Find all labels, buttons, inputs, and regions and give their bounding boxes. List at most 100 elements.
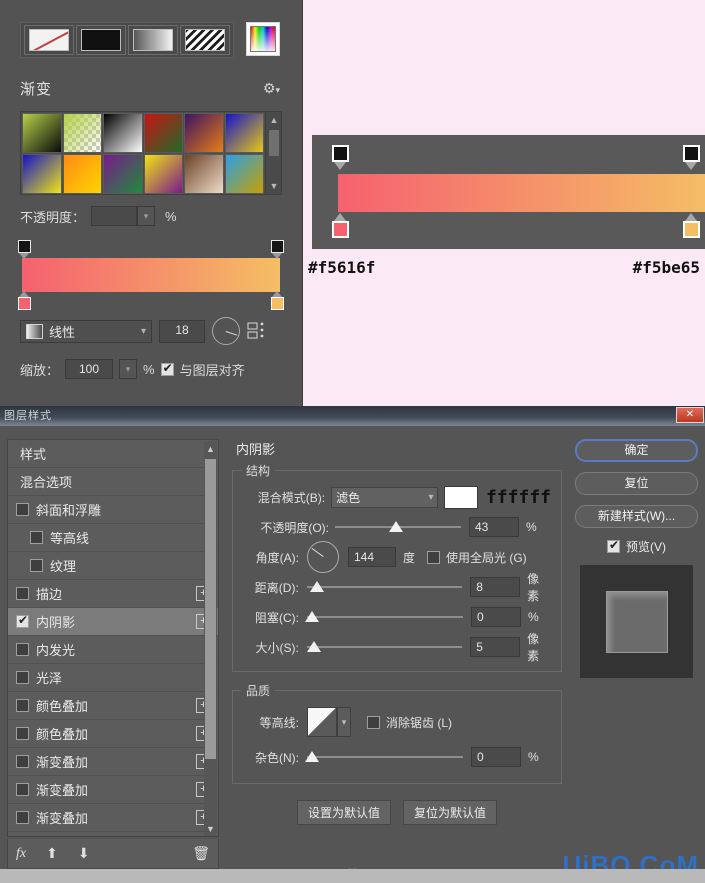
effect-row[interactable]: 内阴影+ — [8, 608, 218, 636]
size-input[interactable]: 5 — [470, 637, 520, 657]
chevron-down-icon[interactable]: ▼ — [206, 823, 215, 835]
gradient-preset-swatch[interactable] — [63, 113, 103, 153]
effect-row[interactable]: 斜面和浮雕 — [8, 496, 218, 524]
effect-enable-checkbox[interactable] — [16, 671, 29, 684]
gradient-preset-swatch[interactable] — [144, 113, 184, 153]
preview-checkbox[interactable] — [607, 540, 620, 553]
noise-input[interactable]: 0 — [471, 747, 521, 767]
opacity-input[interactable]: 43 — [469, 517, 519, 537]
reset-default-button[interactable]: 复位为默认值 — [403, 800, 497, 825]
choke-slider[interactable] — [307, 608, 463, 626]
gradient-angle-input[interactable]: 18 — [159, 320, 205, 343]
gear-icon[interactable]: ⚙▾ — [263, 80, 280, 97]
gradient-opacity-dropdown-icon[interactable]: ▾ — [137, 206, 155, 226]
effect-enable-checkbox[interactable] — [30, 531, 43, 544]
effect-enable-checkbox[interactable] — [16, 503, 29, 516]
ok-button[interactable]: 确定 — [575, 439, 698, 462]
angle-dial[interactable] — [307, 541, 339, 573]
shadow-color-swatch[interactable] — [444, 486, 478, 509]
effect-row[interactable]: 内发光 — [8, 636, 218, 664]
effect-row[interactable]: 渐变叠加+ — [8, 776, 218, 804]
effect-enable-checkbox[interactable] — [16, 699, 29, 712]
effect-row[interactable]: 光泽 — [8, 664, 218, 692]
angle-input[interactable]: 144 — [348, 547, 396, 567]
size-slider[interactable] — [307, 638, 462, 656]
color-picker-swatch[interactable] — [246, 22, 280, 56]
none-fill-swatch[interactable] — [24, 25, 74, 55]
gradient-opacity-stop-left[interactable] — [18, 240, 31, 253]
pattern-fill-swatch[interactable] — [180, 25, 230, 55]
effects-scrollbar[interactable]: ▲ ▼ — [204, 441, 217, 837]
preview-color-stop-right[interactable] — [683, 213, 700, 230]
gradient-color-stop-right[interactable] — [271, 291, 284, 304]
effect-row[interactable]: 渐变叠加+ — [8, 748, 218, 776]
effect-row[interactable]: 样式 — [8, 440, 218, 468]
chevron-up-icon[interactable]: ▲ — [206, 443, 215, 455]
close-icon[interactable]: ✕ — [676, 407, 704, 423]
effect-row[interactable]: 渐变叠加+ — [8, 804, 218, 832]
chevron-down-icon[interactable]: ▾ — [337, 707, 351, 737]
preview-color-stop-left[interactable] — [332, 213, 349, 230]
gradient-preview-large[interactable] — [338, 174, 705, 212]
effect-row[interactable]: 纹理 — [8, 552, 218, 580]
align-with-layer-checkbox[interactable] — [161, 363, 174, 376]
set-default-button[interactable]: 设置为默认值 — [297, 800, 391, 825]
distance-input[interactable]: 8 — [470, 577, 520, 597]
effect-enable-checkbox[interactable] — [16, 755, 29, 768]
effect-row[interactable]: 混合选项 — [8, 468, 218, 496]
distance-slider[interactable] — [307, 578, 462, 596]
effect-enable-checkbox[interactable] — [16, 587, 29, 600]
new-style-button[interactable]: 新建样式(W)... — [575, 505, 698, 528]
effect-row[interactable]: 等高线 — [8, 524, 218, 552]
gradient-preset-swatch[interactable] — [63, 154, 103, 194]
gradient-preset-swatch[interactable] — [22, 113, 62, 153]
dialog-titlebar[interactable]: 图层样式 ✕ — [0, 406, 705, 426]
preview-opacity-stop-left[interactable] — [332, 145, 349, 162]
effects-scrollbar-thumb[interactable] — [205, 459, 216, 759]
effect-enable-checkbox[interactable] — [16, 727, 29, 740]
gradient-reverse-icon[interactable] — [247, 321, 269, 341]
trash-icon[interactable]: 🗑 — [192, 845, 210, 862]
effect-enable-checkbox[interactable] — [16, 615, 29, 628]
effect-enable-checkbox[interactable] — [16, 811, 29, 824]
move-down-icon[interactable]: ⬇ — [78, 845, 90, 862]
move-up-icon[interactable]: ⬆ — [46, 845, 58, 862]
reset-button[interactable]: 复位 — [575, 472, 698, 495]
gradient-opacity-input[interactable] — [91, 206, 137, 226]
chevron-up-icon[interactable]: ▲ — [269, 115, 279, 125]
gradient-type-dropdown[interactable]: 线性 ▾ — [20, 320, 152, 343]
chevron-down-icon[interactable]: ▼ — [269, 181, 279, 191]
gradient-opacity-stop-right[interactable] — [271, 240, 284, 253]
gradient-scale-input[interactable]: 100 — [65, 359, 113, 379]
choke-input[interactable]: 0 — [471, 607, 521, 627]
blend-mode-dropdown[interactable]: 滤色 ▾ — [331, 487, 438, 508]
effect-row[interactable]: 颜色叠加+ — [8, 720, 218, 748]
effect-enable-checkbox[interactable] — [16, 643, 29, 656]
use-global-light-checkbox[interactable] — [427, 551, 440, 564]
gradient-preset-swatch[interactable] — [225, 154, 265, 194]
gradient-color-stop-left[interactable] — [18, 291, 31, 304]
gradient-angle-dial[interactable] — [212, 317, 240, 345]
gradient-fill-swatch[interactable] — [128, 25, 178, 55]
gradient-preset-swatch[interactable] — [225, 113, 265, 153]
solid-fill-swatch[interactable] — [76, 25, 126, 55]
preview-opacity-stop-right[interactable] — [683, 145, 700, 162]
noise-slider[interactable] — [307, 748, 463, 766]
effect-enable-checkbox[interactable] — [16, 783, 29, 796]
contour-swatch[interactable] — [307, 707, 337, 737]
preset-scrollbar[interactable]: ▲ ▼ — [265, 112, 281, 194]
effect-row[interactable]: 颜色叠加+ — [8, 692, 218, 720]
gradient-preset-swatch[interactable] — [103, 113, 143, 153]
gradient-preset-swatch[interactable] — [184, 154, 224, 194]
gradient-preset-swatch[interactable] — [103, 154, 143, 194]
gradient-preset-swatch[interactable] — [184, 113, 224, 153]
effect-enable-checkbox[interactable] — [30, 559, 43, 572]
gradient-preview-bar[interactable] — [22, 258, 280, 292]
gradient-scale-dropdown-icon[interactable]: ▾ — [119, 359, 137, 379]
preset-scrollbar-thumb[interactable] — [269, 130, 279, 156]
effect-row[interactable]: 图案叠加 — [8, 832, 218, 837]
effect-row[interactable]: 描边+ — [8, 580, 218, 608]
opacity-slider[interactable] — [335, 518, 461, 536]
fx-icon[interactable]: fx — [16, 846, 26, 862]
gradient-preset-swatch[interactable] — [22, 154, 62, 194]
